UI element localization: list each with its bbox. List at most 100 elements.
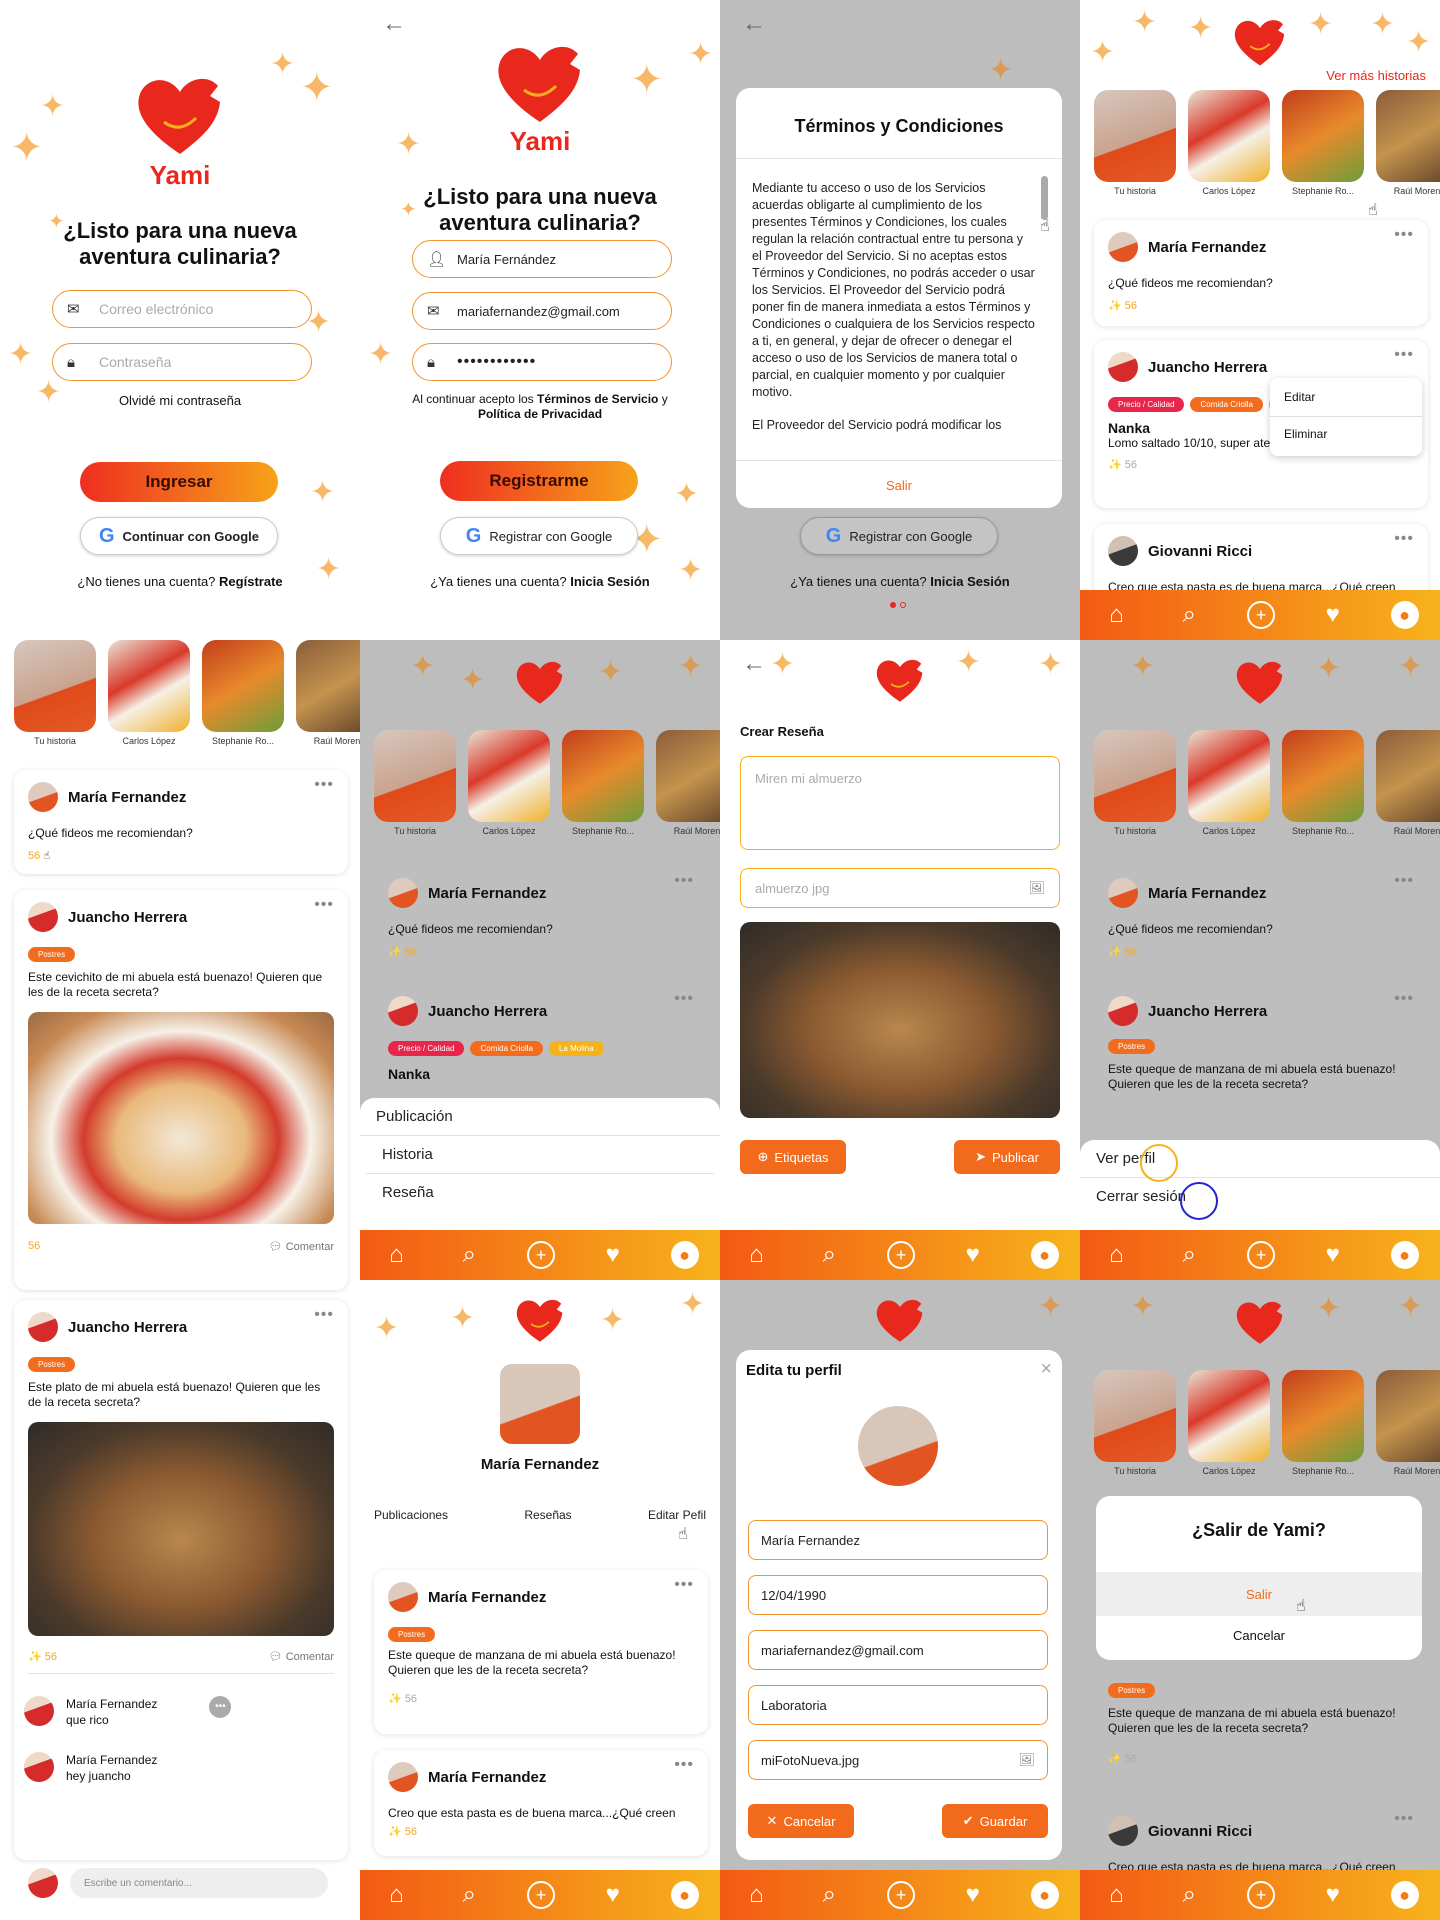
create-review-option[interactable]: Reseña	[366, 1174, 714, 1211]
delete-option[interactable]: Eliminar	[1270, 417, 1422, 451]
email-field[interactable]: mariafernandez@gmail.com	[748, 1630, 1048, 1670]
more-options-icon[interactable]: •••	[1394, 990, 1414, 1008]
story-item[interactable]: Tu historia	[374, 730, 456, 836]
confirm-logout-button[interactable]: Salir	[1096, 1572, 1422, 1616]
tab-publications[interactable]: Publicaciones	[374, 1508, 448, 1522]
save-button[interactable]: ✔ Guardar	[942, 1804, 1048, 1838]
profile-icon[interactable]: ●	[1030, 1241, 1059, 1269]
story-item[interactable]: Stephanie Ro...	[562, 730, 644, 836]
create-post-option[interactable]: Publicación	[360, 1098, 720, 1136]
comment-button[interactable]: 💬︎ Comentar	[269, 1240, 334, 1253]
more-stories-link[interactable]: Ver más historias	[1326, 68, 1426, 83]
more-options-icon[interactable]: •••	[674, 872, 694, 890]
story-item[interactable]: Raúl Moren	[656, 730, 720, 836]
add-icon[interactable]: +	[526, 1881, 555, 1909]
like-count[interactable]: 56	[28, 1240, 40, 1253]
login-link[interactable]: Inicia Sesión	[930, 574, 1009, 589]
terms-link[interactable]: Términos de Servicio	[537, 392, 658, 406]
birthdate-field[interactable]: 12/04/1990	[748, 1575, 1048, 1615]
more-options-icon[interactable]: •••	[1394, 346, 1414, 364]
story-item[interactable]: Stephanie Ro...	[1282, 1370, 1364, 1476]
profile-icon[interactable]: ●	[1390, 1241, 1419, 1269]
home-icon[interactable]: ⌂	[381, 1240, 411, 1270]
more-options-icon[interactable]: •••	[1394, 872, 1414, 890]
story-item[interactable]: Carlos López	[1188, 90, 1270, 196]
email-field[interactable]: ✉ Correo electrónico	[52, 290, 312, 328]
tags-button[interactable]: ⊕ Etiquetas	[740, 1140, 846, 1174]
home-icon[interactable]: ⌂	[381, 1880, 411, 1910]
register-button[interactable]: Registrarme	[440, 461, 638, 501]
home-icon[interactable]: ⌂	[741, 1880, 771, 1910]
like-count[interactable]: 56 ☝︎	[28, 849, 334, 862]
publish-button[interactable]: ➤ Publicar	[954, 1140, 1060, 1174]
register-link[interactable]: Regístrate	[219, 574, 283, 589]
google-register-button[interactable]: G Registrar con Google	[440, 517, 638, 555]
chat-heart-icon[interactable]: ♥	[958, 1880, 988, 1910]
like-count[interactable]: ✨ 56	[388, 945, 694, 958]
more-options-icon[interactable]: •••	[1394, 530, 1414, 548]
story-item[interactable]: Tu historia	[1094, 90, 1176, 196]
profile-icon[interactable]: ●	[1390, 1881, 1419, 1909]
like-count[interactable]: ✨ 56	[388, 1825, 694, 1838]
search-icon[interactable]: ⌕	[454, 1880, 484, 1910]
story-item[interactable]: Stephanie Ro...	[202, 640, 284, 746]
more-options-icon[interactable]: •••	[674, 1576, 694, 1594]
more-options-icon[interactable]: •••	[314, 896, 334, 914]
review-text-input[interactable]: Miren mi almuerzo	[740, 756, 1060, 850]
add-icon[interactable]: +	[1246, 601, 1275, 629]
search-icon[interactable]: ⌕	[1174, 600, 1204, 630]
more-options-icon[interactable]: •••	[314, 776, 334, 794]
terms-scrollbar[interactable]	[1041, 176, 1048, 220]
comment-input[interactable]: Escribe un comentario...	[70, 1868, 328, 1898]
close-icon[interactable]: ×	[1040, 1358, 1052, 1381]
profile-icon[interactable]: ●	[670, 1241, 699, 1269]
profile-icon[interactable]: ●	[1390, 601, 1419, 629]
password-field[interactable]: 🔒︎ Contraseña	[52, 343, 312, 381]
tab-edit-profile[interactable]: Editar Pefil	[648, 1508, 706, 1522]
more-options-icon[interactable]: •••	[674, 990, 694, 1008]
back-arrow-icon[interactable]: ←	[382, 10, 406, 38]
photo-field[interactable]: miFotoNueva.jpg 🖼︎	[748, 1740, 1048, 1780]
like-count[interactable]: ✨ 56	[1108, 458, 1414, 471]
story-item[interactable]: Raúl Moren	[1376, 730, 1440, 836]
avatar[interactable]	[858, 1406, 938, 1486]
search-icon[interactable]: ⌕	[454, 1240, 484, 1270]
back-arrow-icon[interactable]: ←	[742, 650, 766, 678]
story-item[interactable]: Carlos López	[108, 640, 190, 746]
add-icon[interactable]: +	[1246, 1881, 1275, 1909]
chat-heart-icon[interactable]: ♥	[598, 1240, 628, 1270]
home-icon[interactable]: ⌂	[741, 1240, 771, 1270]
like-count[interactable]: ✨ 56	[1108, 945, 1414, 958]
view-profile-option[interactable]: Ver perfil	[1080, 1140, 1440, 1178]
organization-field[interactable]: Laboratoria	[748, 1685, 1048, 1725]
name-field[interactable]: María Fernandez	[748, 1520, 1048, 1560]
more-options-icon[interactable]: •••	[1394, 1810, 1414, 1828]
like-count[interactable]: ✨ 56	[388, 1692, 694, 1705]
search-icon[interactable]: ⌕	[814, 1240, 844, 1270]
more-options-icon[interactable]: •••	[314, 1306, 334, 1324]
logout-option[interactable]: Cerrar sesión	[1080, 1178, 1440, 1215]
forgot-password-link[interactable]: Olvidé mi contraseña	[0, 393, 360, 408]
home-icon[interactable]: ⌂	[1101, 1240, 1131, 1270]
chat-heart-icon[interactable]: ♥	[958, 1240, 988, 1270]
back-arrow-icon[interactable]: ←	[742, 10, 766, 38]
more-options-icon[interactable]: •••	[209, 1696, 232, 1718]
story-item[interactable]: Carlos López	[1188, 730, 1270, 836]
comment-button[interactable]: 💬︎ Comentar	[269, 1650, 334, 1663]
review-image-input[interactable]: almuerzo jpg 🖼︎	[740, 868, 1060, 908]
story-item[interactable]: Tu historia	[1094, 1370, 1176, 1476]
story-item[interactable]: Tu historia	[14, 640, 96, 746]
home-icon[interactable]: ⌂	[1101, 1880, 1131, 1910]
create-story-option[interactable]: Historia	[366, 1136, 714, 1174]
like-count[interactable]: ✨ 56	[1108, 299, 1414, 312]
cancel-logout-button[interactable]: Cancelar	[1096, 1628, 1422, 1643]
search-icon[interactable]: ⌕	[814, 1880, 844, 1910]
cancel-button[interactable]: ✕ Cancelar	[748, 1804, 854, 1838]
search-icon[interactable]: ⌕	[1174, 1880, 1204, 1910]
chat-heart-icon[interactable]: ♥	[598, 1880, 628, 1910]
add-icon[interactable]: +	[1246, 1241, 1275, 1269]
chat-heart-icon[interactable]: ♥	[1318, 1240, 1348, 1270]
more-options-icon[interactable]: •••	[1394, 226, 1414, 244]
add-icon[interactable]: +	[886, 1241, 915, 1269]
profile-icon[interactable]: ●	[670, 1881, 699, 1909]
